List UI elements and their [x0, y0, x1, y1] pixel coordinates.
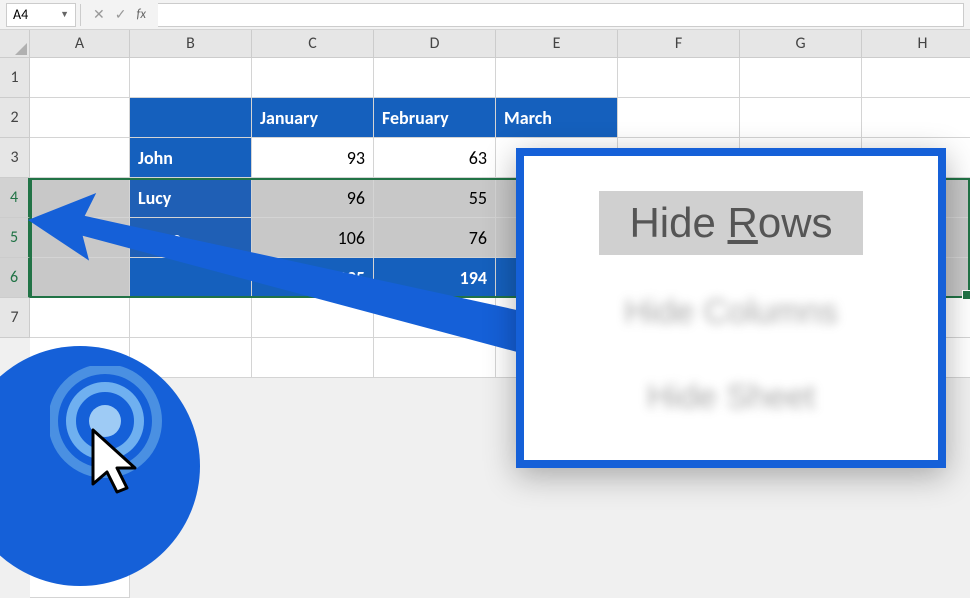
cell[interactable]	[618, 98, 740, 138]
cell[interactable]	[30, 218, 130, 258]
cell[interactable]	[252, 58, 374, 98]
col-header-c[interactable]: C	[252, 30, 374, 58]
cell[interactable]	[30, 298, 130, 338]
cell-name-grace[interactable]: Grace	[130, 218, 252, 258]
row-header-3[interactable]: 3	[0, 138, 30, 178]
formula-bar-area: A4 ▼ ✕ ✓ fx	[0, 0, 970, 30]
cell-total-c[interactable]: 295	[252, 258, 374, 298]
cell[interactable]	[862, 58, 970, 98]
cell[interactable]	[30, 258, 130, 298]
cell[interactable]	[252, 338, 374, 378]
col-header-h[interactable]: H	[862, 30, 970, 58]
select-all-corner[interactable]	[0, 30, 30, 58]
formula-controls: ✕ ✓ fx	[85, 6, 154, 23]
name-box[interactable]: A4 ▼	[6, 3, 76, 27]
row-header-6[interactable]: 6	[0, 258, 30, 298]
cell[interactable]: 93	[252, 138, 374, 178]
col-header-a[interactable]: A	[30, 30, 130, 58]
formula-input[interactable]	[158, 3, 964, 27]
menu-item-hide-columns[interactable]: Hide Columns	[594, 285, 868, 340]
menu-item-hide-rows[interactable]: Hide Rows	[599, 191, 862, 255]
cell[interactable]	[130, 98, 252, 138]
cell[interactable]	[130, 58, 252, 98]
cell[interactable]	[252, 298, 374, 338]
col-header-f[interactable]: F	[618, 30, 740, 58]
cell[interactable]	[740, 58, 862, 98]
cell[interactable]	[30, 98, 130, 138]
name-box-value: A4	[13, 6, 28, 23]
row-header-2[interactable]: 2	[0, 98, 30, 138]
confirm-icon[interactable]: ✓	[115, 6, 127, 23]
cell-name-lucy[interactable]: Lucy	[130, 178, 252, 218]
cell-header-february[interactable]: February	[374, 98, 496, 138]
col-header-b[interactable]: B	[130, 30, 252, 58]
menu-item-hide-sheet[interactable]: Hide Sheet	[617, 370, 845, 425]
context-menu-callout: Hide Rows Hide Columns Hide Sheet	[516, 148, 946, 468]
grid-row: January February March	[30, 98, 970, 138]
col-header-e[interactable]: E	[496, 30, 618, 58]
cell[interactable]	[130, 298, 252, 338]
cell[interactable]: 55	[374, 178, 496, 218]
cell[interactable]	[30, 58, 130, 98]
cell[interactable]: 63	[374, 138, 496, 178]
row-headers: 1 2 3 4 5 6 7	[0, 58, 30, 338]
col-header-g[interactable]: G	[740, 30, 862, 58]
cell-header-january[interactable]: January	[252, 98, 374, 138]
fx-icon[interactable]: fx	[136, 7, 146, 22]
chevron-down-icon[interactable]: ▼	[60, 9, 69, 20]
column-headers: A B C D E F G H	[30, 30, 970, 58]
cell[interactable]	[374, 338, 496, 378]
cell[interactable]: 106	[252, 218, 374, 258]
cell[interactable]	[862, 98, 970, 138]
cell-name-john[interactable]: John	[130, 138, 252, 178]
cell-header-march[interactable]: March	[496, 98, 618, 138]
menu-text: Hide	[629, 199, 727, 246]
cursor-icon	[85, 426, 155, 506]
cell[interactable]	[374, 298, 496, 338]
cell[interactable]	[496, 58, 618, 98]
menu-hotkey: R	[728, 199, 758, 246]
cancel-icon[interactable]: ✕	[93, 6, 105, 23]
cell[interactable]	[618, 58, 740, 98]
cell-total-d[interactable]: 194	[374, 258, 496, 298]
row-header-4[interactable]: 4	[0, 178, 30, 218]
cell[interactable]	[374, 58, 496, 98]
cell[interactable]	[740, 98, 862, 138]
row-header-1[interactable]: 1	[0, 58, 30, 98]
cell[interactable]	[30, 138, 130, 178]
col-header-d[interactable]: D	[374, 30, 496, 58]
cell[interactable]: 96	[252, 178, 374, 218]
cell[interactable]	[30, 178, 130, 218]
row-header-7[interactable]: 7	[0, 298, 30, 338]
cell[interactable]	[130, 258, 252, 298]
grid-row	[30, 58, 970, 98]
row-header-5[interactable]: 5	[0, 218, 30, 258]
cell[interactable]: 76	[374, 218, 496, 258]
menu-text: ows	[758, 199, 833, 246]
